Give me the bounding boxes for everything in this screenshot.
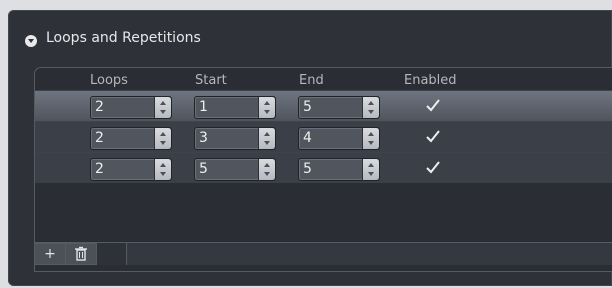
enabled-checkbox[interactable] — [425, 129, 441, 145]
table-row[interactable]: 2 1 5 — [35, 90, 612, 121]
stepper-down-icon[interactable] — [368, 110, 374, 114]
column-header-loops: Loops — [90, 73, 128, 88]
panel-header[interactable]: Loops and Repetitions — [8, 18, 612, 54]
stepper-down-icon[interactable] — [368, 141, 374, 145]
footer-empty-area — [126, 243, 612, 265]
column-header-enabled: Enabled — [404, 73, 457, 88]
end-value[interactable]: 5 — [303, 161, 312, 177]
start-stepper[interactable]: 5 — [194, 158, 276, 181]
stepper-down-icon[interactable] — [160, 110, 166, 114]
stepper-buttons[interactable] — [362, 97, 379, 118]
start-value[interactable]: 3 — [199, 130, 208, 146]
check-icon — [426, 99, 440, 112]
end-value[interactable]: 4 — [303, 130, 312, 146]
start-stepper[interactable]: 3 — [194, 127, 276, 150]
column-header-end: End — [299, 73, 324, 88]
delete-row-button[interactable] — [65, 243, 97, 265]
stepper-up-icon[interactable] — [160, 132, 166, 136]
trash-icon[interactable] — [66, 244, 96, 264]
stepper-buttons[interactable] — [154, 97, 171, 118]
table-footer: + — [34, 242, 612, 265]
check-icon — [426, 130, 440, 143]
end-value[interactable]: 5 — [303, 99, 312, 115]
check-icon — [426, 161, 440, 174]
enabled-checkbox[interactable] — [425, 160, 441, 176]
table-row[interactable]: 2 5 5 — [35, 152, 612, 183]
enabled-checkbox[interactable] — [425, 98, 441, 114]
stepper-up-icon[interactable] — [368, 163, 374, 167]
end-stepper[interactable]: 4 — [298, 127, 380, 150]
loops-repetitions-panel: Loops and Repetitions Loops Start End En… — [8, 10, 612, 286]
stepper-buttons[interactable] — [362, 159, 379, 180]
column-header-start: Start — [195, 73, 227, 88]
end-stepper[interactable]: 5 — [298, 96, 380, 119]
loops-value[interactable]: 2 — [95, 161, 104, 177]
stepper-buttons[interactable] — [154, 159, 171, 180]
start-value[interactable]: 1 — [199, 99, 208, 115]
start-value[interactable]: 5 — [199, 161, 208, 177]
stepper-down-icon[interactable] — [160, 172, 166, 176]
stepper-down-icon[interactable] — [264, 110, 270, 114]
add-row-button[interactable]: + — [34, 243, 66, 265]
stepper-buttons[interactable] — [362, 128, 379, 149]
start-stepper[interactable]: 1 — [194, 96, 276, 119]
stepper-down-icon[interactable] — [368, 172, 374, 176]
stepper-down-icon[interactable] — [160, 141, 166, 145]
table-row[interactable]: 2 3 4 — [35, 121, 612, 152]
end-stepper[interactable]: 5 — [298, 158, 380, 181]
stepper-buttons[interactable] — [154, 128, 171, 149]
loops-value[interactable]: 2 — [95, 99, 104, 115]
stepper-down-icon[interactable] — [264, 141, 270, 145]
plus-icon[interactable]: + — [35, 244, 65, 264]
stepper-up-icon[interactable] — [264, 132, 270, 136]
stepper-down-icon[interactable] — [264, 172, 270, 176]
stepper-up-icon[interactable] — [368, 132, 374, 136]
loops-stepper[interactable]: 2 — [90, 96, 172, 119]
stepper-buttons[interactable] — [258, 128, 275, 149]
chevron-down-icon[interactable] — [25, 35, 37, 47]
stepper-up-icon[interactable] — [160, 101, 166, 105]
loops-value[interactable]: 2 — [95, 130, 104, 146]
stepper-buttons[interactable] — [258, 97, 275, 118]
loops-stepper[interactable]: 2 — [90, 158, 172, 181]
stepper-up-icon[interactable] — [368, 101, 374, 105]
stepper-up-icon[interactable] — [264, 101, 270, 105]
stepper-up-icon[interactable] — [264, 163, 270, 167]
stepper-buttons[interactable] — [258, 159, 275, 180]
loops-stepper[interactable]: 2 — [90, 127, 172, 150]
panel-title: Loops and Repetitions — [46, 30, 201, 46]
stepper-up-icon[interactable] — [160, 163, 166, 167]
